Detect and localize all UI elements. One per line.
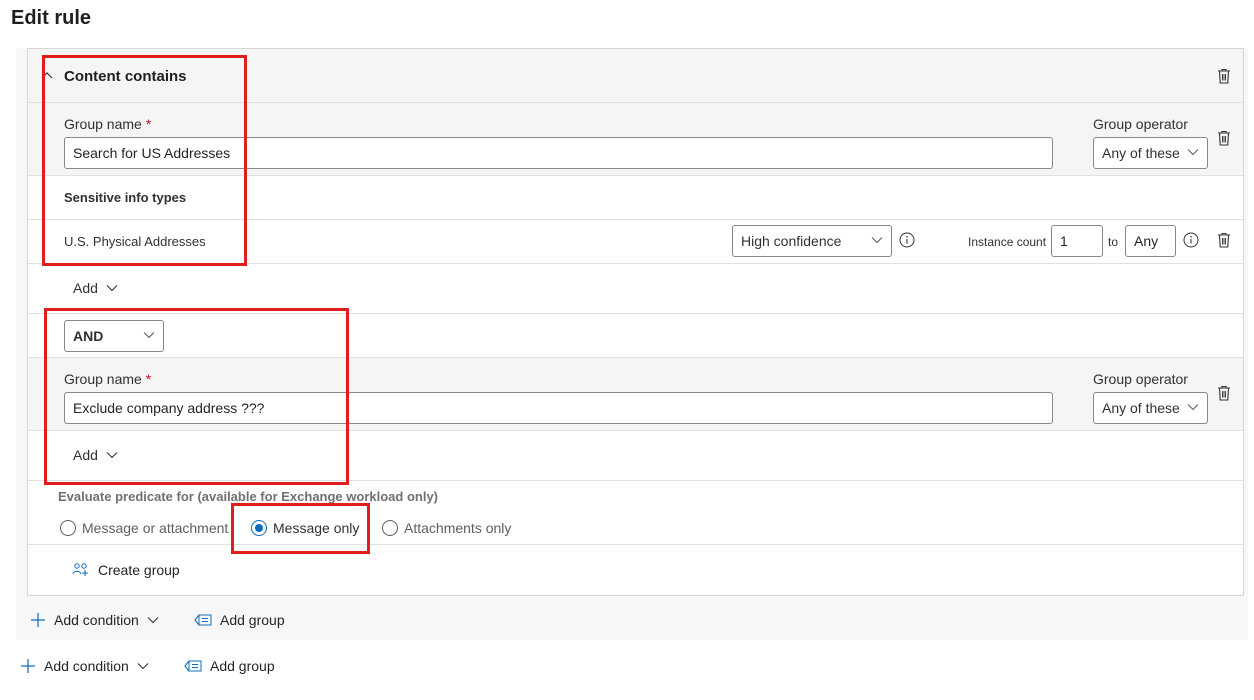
plus-icon bbox=[31, 613, 45, 627]
group1-name-input[interactable]: Search for US Addresses bbox=[64, 137, 1053, 169]
group2-operator-label: Group operator bbox=[1093, 371, 1188, 387]
instance-max-input[interactable]: Any bbox=[1125, 225, 1176, 257]
group1-name-label: Group name * bbox=[64, 116, 152, 132]
chevron-down-icon bbox=[147, 617, 159, 624]
group2-operator-value: Any of these bbox=[1102, 400, 1180, 416]
condition-title: Content contains bbox=[64, 68, 187, 85]
condition-card: Content contains Group name * Search for… bbox=[27, 48, 1244, 596]
group1-operator-label: Group operator bbox=[1093, 116, 1188, 132]
group1-add-button[interactable]: Add bbox=[73, 280, 118, 296]
trash-icon[interactable] bbox=[1217, 385, 1231, 401]
inner-add-group-button[interactable]: Add group bbox=[194, 612, 285, 628]
info-icon[interactable] bbox=[1183, 232, 1199, 248]
create-group-icon bbox=[72, 563, 88, 576]
radio-label: Message only bbox=[273, 520, 360, 536]
chevron-down-icon bbox=[106, 452, 118, 459]
operator-row: AND bbox=[28, 314, 1243, 358]
group1-row: Group name * Search for US Addresses Gro… bbox=[28, 103, 1243, 176]
chevron-down-icon bbox=[143, 332, 155, 339]
plus-icon bbox=[21, 659, 35, 673]
sit-heading-row: Sensitive info types bbox=[28, 176, 1243, 220]
inner-add-condition-button[interactable]: Add condition bbox=[30, 612, 159, 628]
group2-operator-dropdown[interactable]: Any of these bbox=[1093, 392, 1208, 424]
chevron-down-icon bbox=[1187, 404, 1199, 411]
sit-heading: Sensitive info types bbox=[64, 190, 187, 205]
info-icon[interactable] bbox=[899, 232, 915, 248]
group1-add-row: Add bbox=[28, 264, 1243, 314]
group2-name-input[interactable]: Exclude company address ??? bbox=[64, 392, 1053, 424]
group2-add-row: Add bbox=[28, 431, 1243, 481]
trash-icon[interactable] bbox=[1217, 68, 1231, 84]
chevron-up-icon[interactable] bbox=[40, 68, 54, 82]
radio-label: Message or attachment bbox=[82, 520, 229, 536]
logic-operator-value: AND bbox=[73, 328, 104, 344]
add-label: Add bbox=[73, 447, 98, 463]
add-group-icon bbox=[194, 614, 212, 626]
add-label: Add bbox=[73, 280, 98, 296]
confidence-dropdown[interactable]: High confidence bbox=[732, 225, 892, 257]
evaluate-row: Evaluate predicate for (available for Ex… bbox=[28, 481, 1243, 545]
chevron-down-icon bbox=[106, 285, 118, 292]
group1-operator-value: Any of these bbox=[1102, 145, 1180, 161]
group2-add-button[interactable]: Add bbox=[73, 447, 118, 463]
outer-add-group-button[interactable]: Add group bbox=[184, 658, 275, 674]
radio-circle bbox=[382, 520, 398, 536]
to-label: to bbox=[1108, 235, 1119, 249]
evaluate-label: Evaluate predicate for (available for Ex… bbox=[58, 489, 439, 504]
add-condition-label: Add condition bbox=[54, 612, 139, 628]
radio-label: Attachments only bbox=[404, 520, 512, 536]
radio-message-or-attachment[interactable]: Message or attachment bbox=[60, 520, 228, 536]
radio-circle bbox=[60, 520, 76, 536]
trash-icon[interactable] bbox=[1217, 130, 1231, 146]
create-group-button[interactable]: Create group bbox=[72, 562, 180, 578]
condition-header: Content contains bbox=[28, 49, 1243, 103]
group2-row: Group name * Exclude company address ???… bbox=[28, 358, 1243, 431]
radio-circle-selected bbox=[251, 520, 267, 536]
outer-add-condition-button[interactable]: Add condition bbox=[20, 658, 149, 674]
create-group-label: Create group bbox=[98, 562, 180, 578]
instance-min-input[interactable]: 1 bbox=[1051, 225, 1103, 257]
radio-attachments-only[interactable]: Attachments only bbox=[382, 520, 511, 536]
add-condition-label: Add condition bbox=[44, 658, 129, 674]
add-group-label: Add group bbox=[210, 658, 275, 674]
sit-item-row: U.S. Physical Addresses High confidence … bbox=[28, 220, 1243, 264]
trash-icon[interactable] bbox=[1217, 232, 1231, 248]
group2-name-label: Group name * bbox=[64, 371, 152, 387]
chevron-down-icon bbox=[1187, 149, 1199, 156]
logic-operator-dropdown[interactable]: AND bbox=[64, 320, 164, 352]
confidence-value: High confidence bbox=[741, 233, 842, 249]
sit-item-name: U.S. Physical Addresses bbox=[64, 234, 206, 249]
chevron-down-icon bbox=[137, 663, 149, 670]
instance-count-label: Instance count bbox=[968, 235, 1047, 249]
add-group-label: Add group bbox=[220, 612, 285, 628]
page-title: Edit rule bbox=[11, 7, 92, 29]
add-group-icon bbox=[184, 660, 202, 672]
chevron-down-icon bbox=[871, 237, 883, 244]
group1-operator-dropdown[interactable]: Any of these bbox=[1093, 137, 1208, 169]
radio-message-only[interactable]: Message only bbox=[251, 520, 359, 536]
